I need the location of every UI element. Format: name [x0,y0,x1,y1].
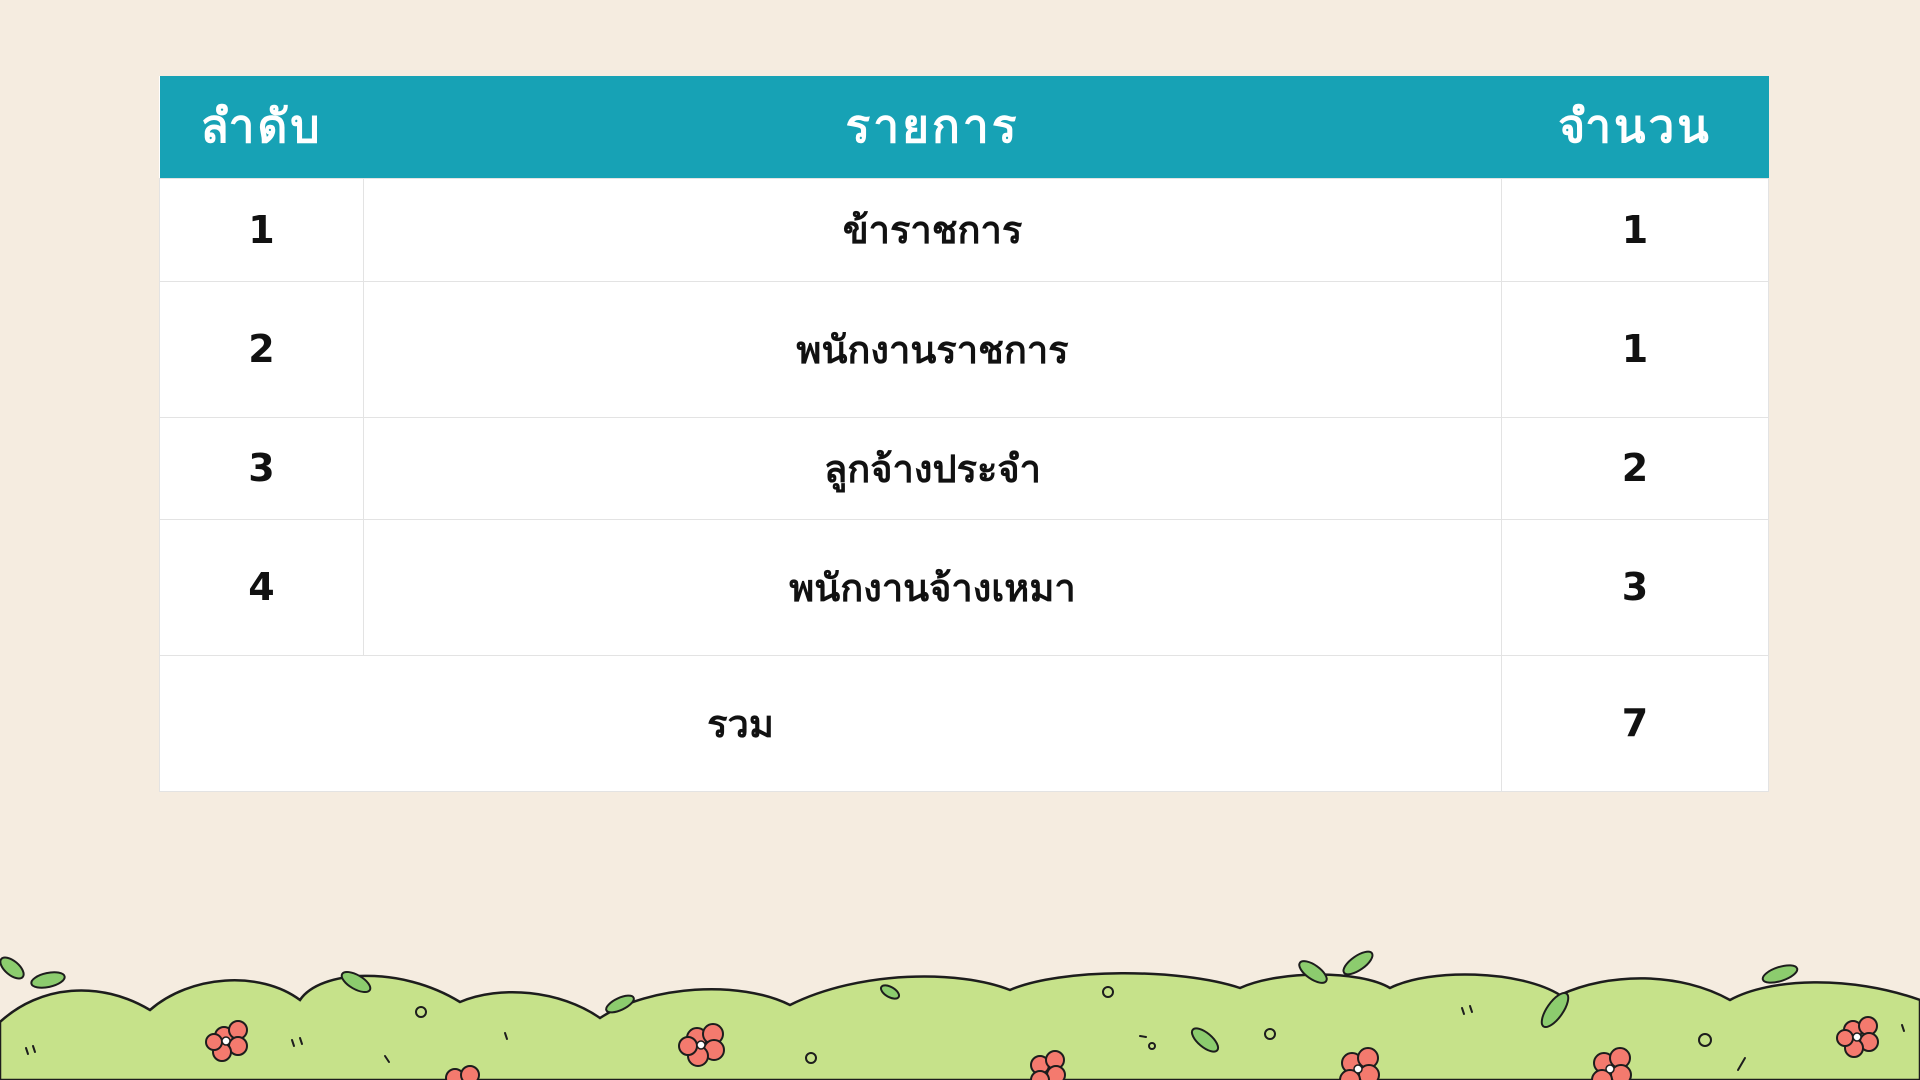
row-qty: 3 [1501,518,1769,656]
summary-table: ลำดับ รายการ จำนวน 1 ข้าราชการ 1 2 พนักง… [159,76,1769,792]
table-row: 4 พนักงานจ้างเหมา 3 [159,518,1769,656]
bush-shape [0,972,1920,1080]
row-qty: 2 [1501,416,1769,520]
row-no: 1 [159,177,364,282]
row-qty: 1 [1501,280,1769,418]
slide: ลำดับ รายการ จำนวน 1 ข้าราชการ 1 2 พนักง… [0,0,1920,1080]
row-no: 2 [159,280,364,418]
row-item: พนักงานจ้างเหมา [363,518,1502,656]
header-item: รายการ [845,99,1020,154]
header-no: ลำดับ [200,99,323,154]
table-row: 2 พนักงานราชการ 1 [159,280,1769,418]
total-qty: 7 [1501,654,1769,792]
row-item: ลูกจ้างประจำ [363,416,1502,520]
header-qty: จำนวน [1558,99,1712,154]
row-no: 4 [159,518,364,656]
table-header-row: ลำดับ รายการ จำนวน [159,76,1769,178]
row-item: ข้าราชการ [363,177,1502,282]
bush-decoration [0,950,1920,1080]
row-qty: 1 [1501,177,1769,282]
row-item: พนักงานราชการ [363,280,1502,418]
row-no: 3 [159,416,364,520]
table-row: 1 ข้าราชการ 1 [159,177,1769,282]
table-row: 3 ลูกจ้างประจำ 2 [159,416,1769,520]
total-label: รวม [159,654,1502,792]
total-row: รวม 7 [159,654,1769,792]
